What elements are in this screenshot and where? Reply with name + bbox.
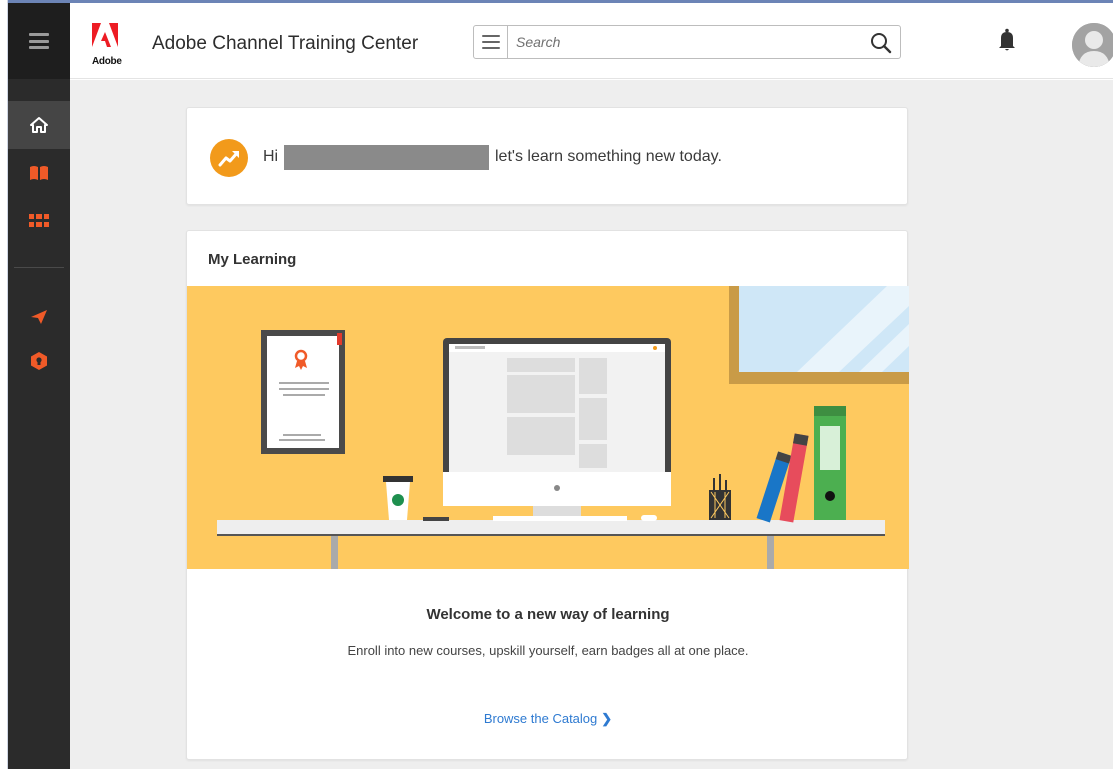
sidebar-item-apps[interactable] <box>8 197 70 245</box>
my-learning-card: My Learning Welcome to a new way of lear… <box>186 230 909 760</box>
sidebar-item-home[interactable] <box>8 101 70 149</box>
adobe-wordmark: Adobe <box>92 56 122 67</box>
adobe-logo[interactable]: Adobe <box>92 23 122 67</box>
list-icon <box>481 35 500 49</box>
bell-icon <box>999 28 1015 51</box>
open-book-icon <box>30 166 48 180</box>
browse-catalog-link[interactable]: Browse the Catalog ❯ <box>187 711 909 727</box>
search-input[interactable] <box>516 32 846 52</box>
redacted-username <box>284 145 489 170</box>
sidebar-item-send[interactable] <box>8 293 70 341</box>
browse-catalog-label: Browse the Catalog <box>483 711 598 726</box>
welcome-heading: Welcome to a new way of learning <box>426 606 670 623</box>
sidebar-item-badges[interactable] <box>8 337 70 385</box>
learning-hero-illustration <box>187 286 909 569</box>
hamburger-icon <box>29 33 49 49</box>
trending-up-icon <box>210 139 248 177</box>
greeting-hi: Hi <box>263 148 279 165</box>
sidebar-divider <box>14 267 64 268</box>
notifications-button[interactable] <box>998 28 1016 52</box>
sidebar-menu-button[interactable] <box>8 3 70 79</box>
search-button[interactable] <box>870 32 892 54</box>
home-icon <box>30 117 48 133</box>
main-content: Hi let's learn something new today. My L… <box>70 80 1113 769</box>
greeting-card: Hi let's learn something new today. <box>186 107 908 205</box>
search-filter-button[interactable] <box>474 26 508 58</box>
welcome-text: Enroll into new courses, upskill yoursel… <box>347 643 749 658</box>
badge-icon <box>31 352 47 370</box>
sidebar <box>8 3 70 769</box>
chevron-right-icon: ❯ <box>601 711 613 726</box>
paper-plane-icon <box>31 310 47 324</box>
greeting-message: let's learn something new today. <box>495 148 722 165</box>
search-bar <box>473 25 901 59</box>
app-title: Adobe Channel Training Center <box>152 33 419 54</box>
window-left-border <box>0 0 8 769</box>
grid-icon <box>29 214 49 227</box>
top-bar: Adobe Adobe Channel Training Center <box>70 3 1113 79</box>
sidebar-item-catalog[interactable] <box>8 149 70 197</box>
search-icon <box>871 33 892 54</box>
my-learning-title: My Learning <box>208 251 297 268</box>
person-silhouette-icon <box>1072 23 1113 67</box>
adobe-logo-icon <box>92 23 118 47</box>
user-avatar[interactable] <box>1072 23 1113 67</box>
